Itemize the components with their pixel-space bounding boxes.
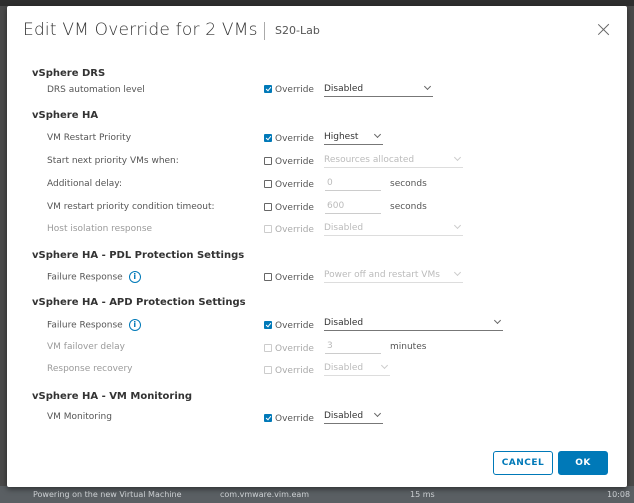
- host-isolation-label: Host isolation response: [47, 224, 153, 234]
- vm-failover-delay-label: VM failover delay: [47, 342, 125, 352]
- chevron-down-icon: [493, 316, 502, 325]
- checkbox-disabled[interactable]: [264, 225, 272, 233]
- vm-monitoring-label: VM Monitoring: [47, 412, 112, 422]
- vm-monitoring-select[interactable]: Disabled: [324, 409, 383, 424]
- additional-delay-label: Additional delay:: [47, 179, 123, 189]
- drs-automation-level-override[interactable]: Override: [264, 85, 314, 95]
- vm-failover-delay-override[interactable]: Override: [264, 344, 314, 354]
- background-task-target: com.vmware.vim.eam: [220, 490, 310, 499]
- restart-timeout-label: VM restart priority condition timeout:: [47, 202, 215, 212]
- restart-timeout-unit: seconds: [390, 202, 427, 212]
- chevron-down-icon: [453, 221, 462, 230]
- additional-delay-override[interactable]: Override: [264, 180, 314, 190]
- checkbox-checked[interactable]: [264, 134, 272, 142]
- drs-automation-level-label: DRS automation level: [47, 85, 145, 95]
- edit-vm-override-dialog: Edit VM Override for 2 VMs S20-Lab vSphe…: [7, 6, 627, 487]
- cancel-button[interactable]: CANCEL: [493, 451, 553, 475]
- checkbox-checked[interactable]: [264, 85, 272, 93]
- override-label: Override: [275, 85, 314, 95]
- pdl-failure-response-select[interactable]: Power off and restart VMs: [324, 268, 463, 283]
- response-recovery-override[interactable]: Override: [264, 366, 314, 376]
- chevron-down-icon: [373, 130, 382, 139]
- ok-button[interactable]: OK: [558, 451, 608, 475]
- apd-failure-response-label: Failure Response i: [47, 319, 141, 331]
- override-label: Override: [275, 203, 314, 213]
- section-pdl-protection: vSphere HA - PDL Protection Settings: [32, 250, 245, 261]
- background-task-row: Powering on the new Virtual Machine com.…: [0, 486, 634, 503]
- additional-delay-input[interactable]: 0: [325, 178, 381, 191]
- start-next-priority-label: Start next priority VMs when:: [47, 156, 179, 166]
- checkbox-checked[interactable]: [264, 321, 272, 329]
- select-value: Power off and restart VMs: [324, 270, 440, 280]
- section-vsphere-ha: vSphere HA: [32, 110, 99, 121]
- response-recovery-select[interactable]: Disabled: [324, 361, 390, 376]
- vm-failover-delay-input[interactable]: 3: [325, 341, 381, 354]
- override-label: Override: [275, 344, 314, 354]
- checkbox-disabled[interactable]: [264, 366, 272, 374]
- vm-monitoring-override[interactable]: Override: [264, 414, 314, 424]
- vm-restart-priority-override[interactable]: Override: [264, 134, 314, 144]
- title-separator: [264, 22, 265, 40]
- drs-automation-level-select[interactable]: Disabled: [324, 82, 433, 97]
- override-label: Override: [275, 225, 314, 235]
- chevron-down-icon: [453, 268, 462, 277]
- background-task-name: Powering on the new Virtual Machine: [33, 490, 182, 499]
- close-icon[interactable]: [595, 21, 613, 39]
- select-value: Disabled: [324, 411, 364, 421]
- host-isolation-select[interactable]: Disabled: [324, 221, 463, 236]
- override-label: Override: [275, 180, 314, 190]
- pdl-failure-response-text: Failure Response: [47, 272, 123, 283]
- additional-delay-unit: seconds: [390, 179, 427, 189]
- restart-timeout-input[interactable]: 600: [325, 201, 381, 214]
- section-apd-protection: vSphere HA - APD Protection Settings: [32, 297, 246, 308]
- checkbox-unchecked[interactable]: [264, 180, 272, 188]
- chevron-down-icon: [453, 153, 462, 162]
- override-label: Override: [275, 321, 314, 331]
- override-label: Override: [275, 366, 314, 376]
- chevron-down-icon: [373, 409, 382, 418]
- checkbox-disabled[interactable]: [264, 344, 272, 352]
- info-icon[interactable]: i: [128, 319, 141, 331]
- start-next-priority-override[interactable]: Override: [264, 157, 314, 167]
- chevron-down-icon: [380, 361, 389, 370]
- checkbox-unchecked[interactable]: [264, 273, 272, 281]
- override-label: Override: [275, 414, 314, 424]
- select-value: Disabled: [324, 223, 364, 233]
- override-label: Override: [275, 157, 314, 167]
- checkbox-checked[interactable]: [264, 414, 272, 422]
- section-vm-monitoring: vSphere HA - VM Monitoring: [32, 391, 193, 402]
- response-recovery-label: Response recovery: [47, 364, 133, 374]
- apd-failure-response-text: Failure Response: [47, 320, 123, 331]
- override-label: Override: [275, 273, 314, 283]
- vm-restart-priority-select[interactable]: Highest: [324, 130, 383, 145]
- override-label: Override: [275, 134, 314, 144]
- vm-failover-delay-unit: minutes: [390, 342, 427, 352]
- select-value: Disabled: [324, 84, 364, 94]
- pdl-failure-response-label: Failure Response i: [47, 271, 141, 283]
- info-icon[interactable]: i: [128, 271, 141, 283]
- select-value: Resources allocated: [324, 155, 415, 165]
- vm-restart-priority-label: VM Restart Priority: [47, 133, 132, 143]
- apd-failure-response-override[interactable]: Override: [264, 321, 314, 331]
- select-value: Disabled: [324, 318, 364, 328]
- host-isolation-override[interactable]: Override: [264, 225, 314, 235]
- restart-timeout-override[interactable]: Override: [264, 203, 314, 213]
- chevron-down-icon: [423, 82, 432, 91]
- checkbox-unchecked[interactable]: [264, 203, 272, 211]
- select-value: Highest: [324, 132, 359, 142]
- background-task-time: 15 ms: [410, 490, 435, 499]
- section-vsphere-drs: vSphere DRS: [32, 68, 106, 79]
- dialog-title: Edit VM Override for 2 VMs: [23, 20, 258, 40]
- checkbox-unchecked[interactable]: [264, 157, 272, 165]
- pdl-failure-response-override[interactable]: Override: [264, 273, 314, 283]
- start-next-priority-select[interactable]: Resources allocated: [324, 153, 463, 168]
- select-value: Disabled: [324, 363, 364, 373]
- background-task-clock: 10:08: [607, 490, 631, 499]
- apd-failure-response-select[interactable]: Disabled: [324, 316, 503, 331]
- dialog-subtitle: S20-Lab: [275, 24, 320, 37]
